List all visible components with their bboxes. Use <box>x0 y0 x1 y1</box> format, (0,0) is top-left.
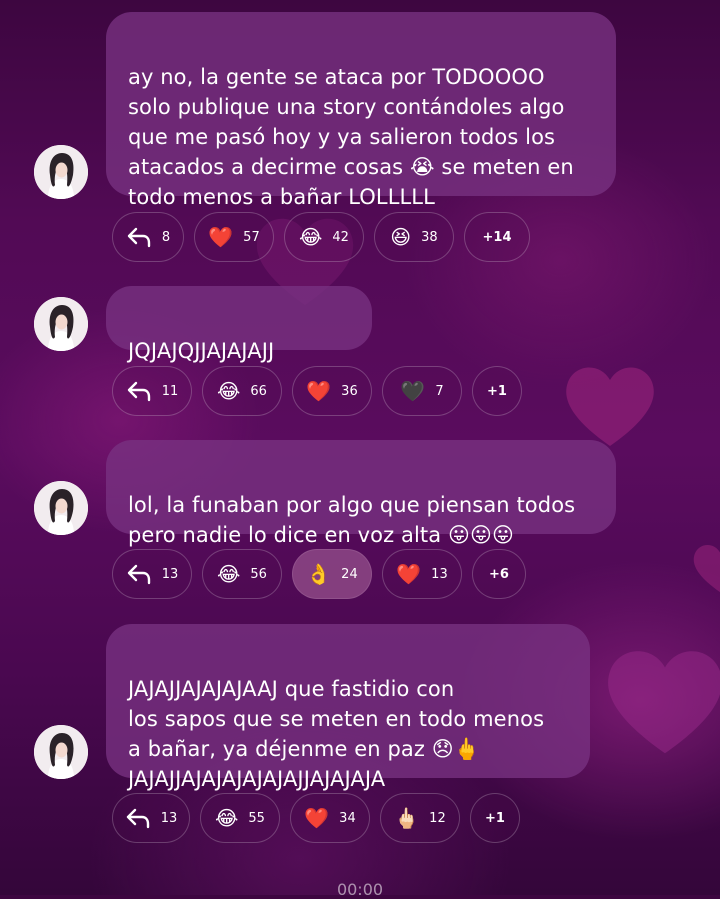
reply-arrow-icon <box>125 807 151 829</box>
reply-count: 8 <box>161 229 171 245</box>
black-heart-icon: 🖤 <box>400 379 426 403</box>
reply-button[interactable]: 11 <box>112 366 192 416</box>
reaction-chip[interactable]: 😂 66 <box>202 366 282 416</box>
more-reactions-button[interactable]: +6 <box>472 549 526 599</box>
background-heart-icon <box>560 360 660 450</box>
reaction-count: 38 <box>421 229 438 245</box>
reaction-bar: 13 😂 56 👌 24 ❤️ 13 +6 <box>112 549 526 601</box>
joy-face-icon: 😂 <box>215 806 239 830</box>
timestamp: 00:00 <box>336 880 384 899</box>
reply-count: 13 <box>160 810 178 826</box>
reaction-count: 36 <box>341 383 358 399</box>
reaction-count: 34 <box>339 810 356 826</box>
middle-finger-icon: 🖕🏻 <box>394 806 420 830</box>
reaction-count: 55 <box>248 810 265 826</box>
reaction-count: 57 <box>243 229 260 245</box>
reaction-count: 7 <box>435 383 444 399</box>
reply-button[interactable]: 13 <box>112 549 192 599</box>
more-reactions-button[interactable]: +1 <box>472 366 522 416</box>
reaction-chip[interactable]: ❤️ 34 <box>290 793 370 843</box>
reaction-bar: 8 ❤️ 57 😂 42 😆 38 +14 <box>112 212 530 264</box>
ok-hand-icon: 👌 <box>306 562 332 586</box>
reply-count: 13 <box>161 566 179 582</box>
joy-face-icon: 😂 <box>299 225 323 249</box>
reaction-chip[interactable]: ❤️ 36 <box>292 366 372 416</box>
reply-arrow-icon <box>126 226 152 248</box>
message-text: JAJAJJAJAJAJAAJ que fastidio con los sap… <box>128 677 545 791</box>
reaction-chip[interactable]: 🖕🏻 12 <box>380 793 460 843</box>
avatar[interactable] <box>34 725 88 779</box>
reaction-count: 56 <box>250 566 267 582</box>
red-heart-icon: ❤️ <box>306 379 332 403</box>
more-reactions-button[interactable]: +14 <box>464 212 530 262</box>
reaction-count: 13 <box>431 566 448 582</box>
reaction-bar: 13 😂 55 ❤️ 34 🖕🏻 12 +1 <box>112 793 520 845</box>
joy-face-icon: 😂 <box>217 562 241 586</box>
more-reactions-button[interactable]: +1 <box>470 793 520 843</box>
red-heart-icon: ❤️ <box>208 225 234 249</box>
reaction-chip[interactable]: ❤️ 57 <box>194 212 274 262</box>
reaction-bar: 11 😂 66 ❤️ 36 🖤 7 +1 <box>112 366 522 418</box>
reaction-chip[interactable]: 🖤 7 <box>382 366 462 416</box>
reaction-chip[interactable]: 😆 38 <box>374 212 454 262</box>
red-heart-icon: ❤️ <box>304 806 330 830</box>
reply-arrow-icon <box>126 563 152 585</box>
background-heart-icon <box>600 640 720 760</box>
reaction-chip[interactable]: 😂 55 <box>200 793 280 843</box>
message-bubble[interactable]: JQJAJQJJAJAJAJJ <box>106 286 372 363</box>
reaction-count: 66 <box>250 383 267 399</box>
message-bubble[interactable]: lol, la funaban por algo que piensan tod… <box>106 440 616 547</box>
reaction-count: 12 <box>429 810 446 826</box>
avatar[interactable] <box>34 297 88 351</box>
message-bubble[interactable]: ay no, la gente se ataca por TODOOOO sol… <box>106 12 616 209</box>
reaction-chip[interactable]: ❤️ 13 <box>382 549 462 599</box>
reaction-count: 42 <box>332 229 349 245</box>
message-text: JQJAJQJJAJAJAJJ <box>128 339 275 363</box>
reply-button[interactable]: 13 <box>112 793 190 843</box>
laughing-face-icon: 😆 <box>390 225 412 249</box>
reaction-count: 24 <box>341 566 358 582</box>
reaction-chip[interactable]: 😂 56 <box>202 549 282 599</box>
joy-face-icon: 😂 <box>217 379 241 403</box>
reaction-chip[interactable]: 😂 42 <box>284 212 364 262</box>
avatar[interactable] <box>34 481 88 535</box>
avatar[interactable] <box>34 145 88 199</box>
red-heart-icon: ❤️ <box>396 562 422 586</box>
reply-count: 11 <box>161 383 179 399</box>
message-text: lol, la funaban por algo que piensan tod… <box>128 493 576 547</box>
background-heart-icon <box>690 540 720 595</box>
message-bubble[interactable]: JAJAJJAJAJAJAAJ que fastidio con los sap… <box>106 624 590 791</box>
reaction-chip-selected[interactable]: 👌 24 <box>292 549 372 599</box>
reply-arrow-icon <box>126 380 152 402</box>
message-text: ay no, la gente se ataca por TODOOOO sol… <box>128 65 574 209</box>
reply-button[interactable]: 8 <box>112 212 184 262</box>
